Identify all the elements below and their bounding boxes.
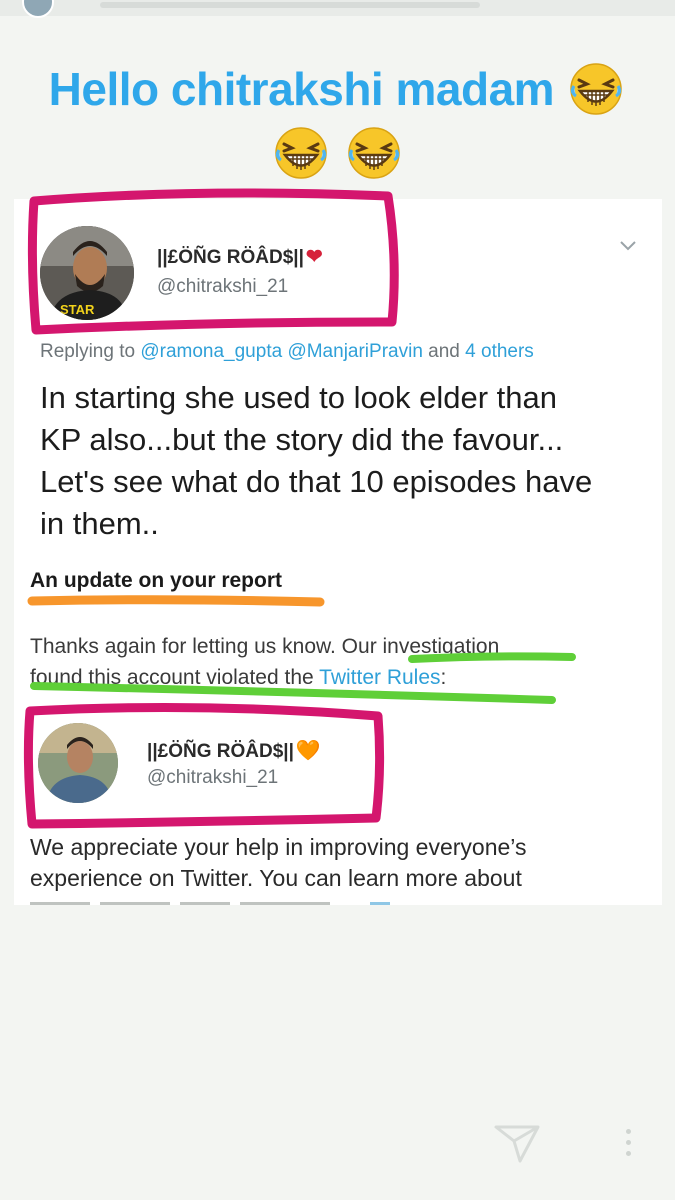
story-avatar[interactable]: [22, 0, 54, 18]
avatar[interactable]: [38, 723, 118, 803]
report-update-text: Thanks again for letting us know. Our in…: [30, 635, 500, 689]
display-name[interactable]: ||£ÖÑG RÖÂD$|| ❤: [157, 244, 323, 269]
more-options-icon[interactable]: [620, 1125, 636, 1165]
user-handle[interactable]: @chitrakshi_21: [157, 276, 288, 298]
grinning-squinting-face-icon: [274, 126, 328, 180]
heart-icon: ❤: [305, 246, 323, 268]
user-handle[interactable]: @chitrakshi_21: [147, 767, 278, 789]
headline-text: Hello chitrakshi madam: [48, 62, 555, 115]
display-name[interactable]: ||£ÖÑG RÖÂD$|| 🧡: [147, 738, 321, 763]
twitter-rules-link[interactable]: Twitter Rules: [319, 666, 440, 689]
report-update-heading: An update on your report: [30, 569, 282, 592]
chevron-down-icon[interactable]: [617, 234, 639, 256]
grinning-squinting-face-icon: [347, 126, 401, 180]
tweet-text: In starting she used to look elder than …: [40, 380, 593, 541]
others-link[interactable]: 4 others: [465, 341, 534, 362]
appreciation-text: We appreciate your help in improving eve…: [30, 834, 527, 891]
story-top-bar: [0, 0, 675, 18]
mention-links[interactable]: @ramona_gupta @ManjariPravin: [140, 341, 423, 362]
story-progress-bar: [100, 2, 480, 8]
grinning-squinting-face-icon: [569, 62, 623, 116]
send-icon[interactable]: [492, 1117, 542, 1167]
heart-icon: 🧡: [295, 740, 321, 762]
replying-to-line: Replying to @ramona_gupta @ManjariPravin…: [40, 341, 534, 362]
svg-text:STAR: STAR: [60, 302, 95, 317]
avatar[interactable]: STAR: [40, 226, 134, 320]
blank-area: [0, 905, 675, 1200]
story-headline: Hello chitrakshi madam: [0, 55, 675, 180]
